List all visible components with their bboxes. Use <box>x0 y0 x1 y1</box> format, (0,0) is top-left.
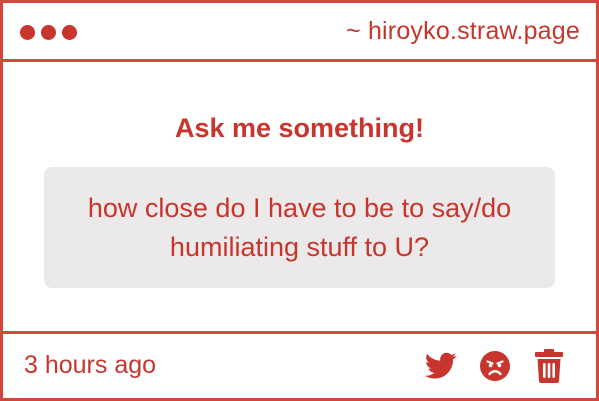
card-footer: 3 hours ago <box>3 331 596 398</box>
question-box: how close do I have to be to say/do humi… <box>44 167 555 288</box>
action-bar <box>424 349 566 383</box>
timestamp: 3 hours ago <box>24 351 157 379</box>
site-label[interactable]: ~ hiroyko.straw.page <box>346 17 580 46</box>
page-title: Ask me something! <box>174 113 425 143</box>
delete-button[interactable] <box>532 349 566 383</box>
window-titlebar: ~ hiroyko.straw.page <box>3 3 596 62</box>
react-angry-button[interactable] <box>478 349 512 383</box>
question-card: ~ hiroyko.straw.page Ask me something! h… <box>0 0 599 401</box>
angry-face-icon <box>480 351 510 381</box>
twitter-icon <box>425 352 457 379</box>
window-dot-2 <box>41 25 56 40</box>
trash-icon <box>535 349 563 383</box>
window-dot-3 <box>62 25 77 40</box>
share-twitter-button[interactable] <box>424 349 458 383</box>
question-text: how close do I have to be to say/do humi… <box>87 192 512 262</box>
window-controls <box>20 25 77 40</box>
window-dot-1 <box>20 25 35 40</box>
